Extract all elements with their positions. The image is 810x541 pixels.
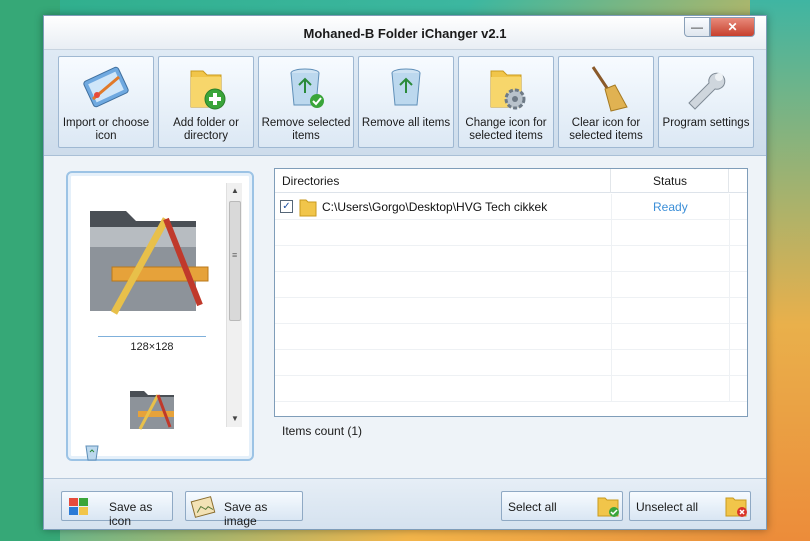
- size-divider: [98, 336, 206, 337]
- close-button[interactable]: ✕: [710, 17, 755, 37]
- save-as-icon-button[interactable]: Save as icon: [61, 491, 173, 528]
- directory-path: C:\Users\Gorgo\Desktop\HVG Tech cikkek: [322, 200, 548, 214]
- import-icon-label: Import or choose icon: [62, 117, 150, 142]
- unselect-all-button[interactable]: Unselect all: [629, 491, 751, 521]
- folder-preview-large-icon: [90, 211, 209, 315]
- column-separator: [611, 298, 612, 324]
- row-checkbox[interactable]: ✓: [280, 200, 293, 213]
- add-folder-label: Add folder or directory: [173, 117, 239, 142]
- window-title: Mohaned-B Folder iChanger v2.1: [303, 26, 507, 41]
- column-separator: [611, 246, 612, 272]
- settings-button[interactable]: Program settings: [658, 56, 754, 148]
- empty-row: [275, 324, 747, 350]
- save-as-icon-label: Save as icon: [109, 500, 153, 528]
- column-separator: [729, 350, 730, 376]
- column-separator: [611, 220, 612, 246]
- column-separator: [611, 350, 612, 376]
- status-value: Ready: [653, 200, 688, 214]
- empty-row: [275, 376, 747, 402]
- scroll-grip-icon: ≡: [232, 250, 238, 260]
- recycle-bin-icon: [391, 68, 421, 106]
- select-all-button[interactable]: Select all: [501, 491, 623, 521]
- column-separator: [729, 220, 730, 246]
- empty-row: [275, 298, 747, 324]
- import-icon-button[interactable]: Import or choose icon: [58, 56, 154, 148]
- toolbar: Import or choose icon Add folder or dire…: [44, 50, 766, 156]
- recycle-bin-small-icon[interactable]: [84, 443, 100, 461]
- column-separator: [729, 324, 730, 350]
- directories-list[interactable]: Directories Status ✓ C:\Users\Gorgo\Desk…: [274, 168, 748, 417]
- icon-preview-panel[interactable]: 128×128 ▲ ≡ ▼: [66, 171, 254, 461]
- clear-icon-button[interactable]: Clear icon for selected items: [558, 56, 654, 148]
- change-icon-button[interactable]: Change icon for selected items: [458, 56, 554, 148]
- clear-icon-label: Clear icon for selected items: [569, 117, 643, 142]
- table-row[interactable]: ✓ C:\Users\Gorgo\Desktop\HVG Tech cikkek…: [275, 194, 747, 220]
- folder-icon: [299, 199, 317, 217]
- column-separator: [729, 194, 730, 220]
- icon-size-label: 128×128: [130, 341, 174, 353]
- save-as-image-button[interactable]: Save as image: [185, 491, 303, 528]
- paint-palette-icon: [83, 66, 129, 108]
- column-separator: [729, 272, 730, 298]
- image-icon: [190, 496, 216, 518]
- column-separator: [611, 376, 612, 402]
- folder-gear-icon: [490, 70, 526, 110]
- save-as-image-label: Save as image: [224, 500, 268, 528]
- add-folder-button[interactable]: Add folder or directory: [158, 56, 254, 148]
- remove-selected-button[interactable]: Remove selected items: [258, 56, 354, 148]
- folder-remove-icon: [725, 497, 747, 517]
- windows-logo-icon: [69, 498, 88, 515]
- preview-scrollbar[interactable]: ▲ ≡ ▼: [226, 183, 242, 427]
- column-separator: [729, 246, 730, 272]
- change-icon-label: Change icon for selected items: [465, 117, 547, 142]
- remove-all-button[interactable]: Remove all items: [358, 56, 454, 148]
- scroll-thumb[interactable]: ≡: [229, 201, 241, 321]
- directories-column-header[interactable]: Directories: [275, 169, 611, 193]
- empty-row: [275, 220, 747, 246]
- column-separator: [611, 324, 612, 350]
- column-separator: [729, 298, 730, 324]
- folder-check-icon: [597, 497, 619, 517]
- unselect-all-label: Unselect all: [636, 500, 699, 514]
- scroll-up-arrow-icon[interactable]: ▲: [227, 183, 243, 199]
- remove-all-label: Remove all items: [361, 117, 451, 129]
- empty-row: [275, 350, 747, 376]
- app-window: Mohaned-B Folder iChanger v2.1 — ✕ Impor…: [43, 15, 767, 530]
- title-bar: Mohaned-B Folder iChanger v2.1 — ✕: [44, 16, 766, 50]
- folder-add-icon: [190, 70, 226, 110]
- bottom-toolbar: Save as icon Save as image Select all Un…: [44, 478, 766, 529]
- status-column-header[interactable]: Status: [611, 169, 729, 193]
- empty-row: [275, 272, 747, 298]
- column-separator: [611, 194, 612, 220]
- recycle-bin-check-icon: [290, 68, 324, 108]
- scroll-down-arrow-icon[interactable]: ▼: [227, 411, 243, 427]
- folder-preview-small-icon: [130, 391, 174, 430]
- empty-row: [275, 246, 747, 272]
- minimize-button[interactable]: —: [684, 17, 710, 37]
- settings-label: Program settings: [662, 117, 750, 129]
- list-header: Directories Status: [275, 169, 747, 193]
- select-all-label: Select all: [508, 500, 557, 514]
- items-count-label: Items count (1): [282, 424, 363, 438]
- broom-icon: [591, 66, 628, 112]
- column-separator: [729, 376, 730, 402]
- remove-selected-label: Remove selected items: [261, 117, 351, 142]
- column-separator: [611, 272, 612, 298]
- wrench-icon: [688, 72, 726, 110]
